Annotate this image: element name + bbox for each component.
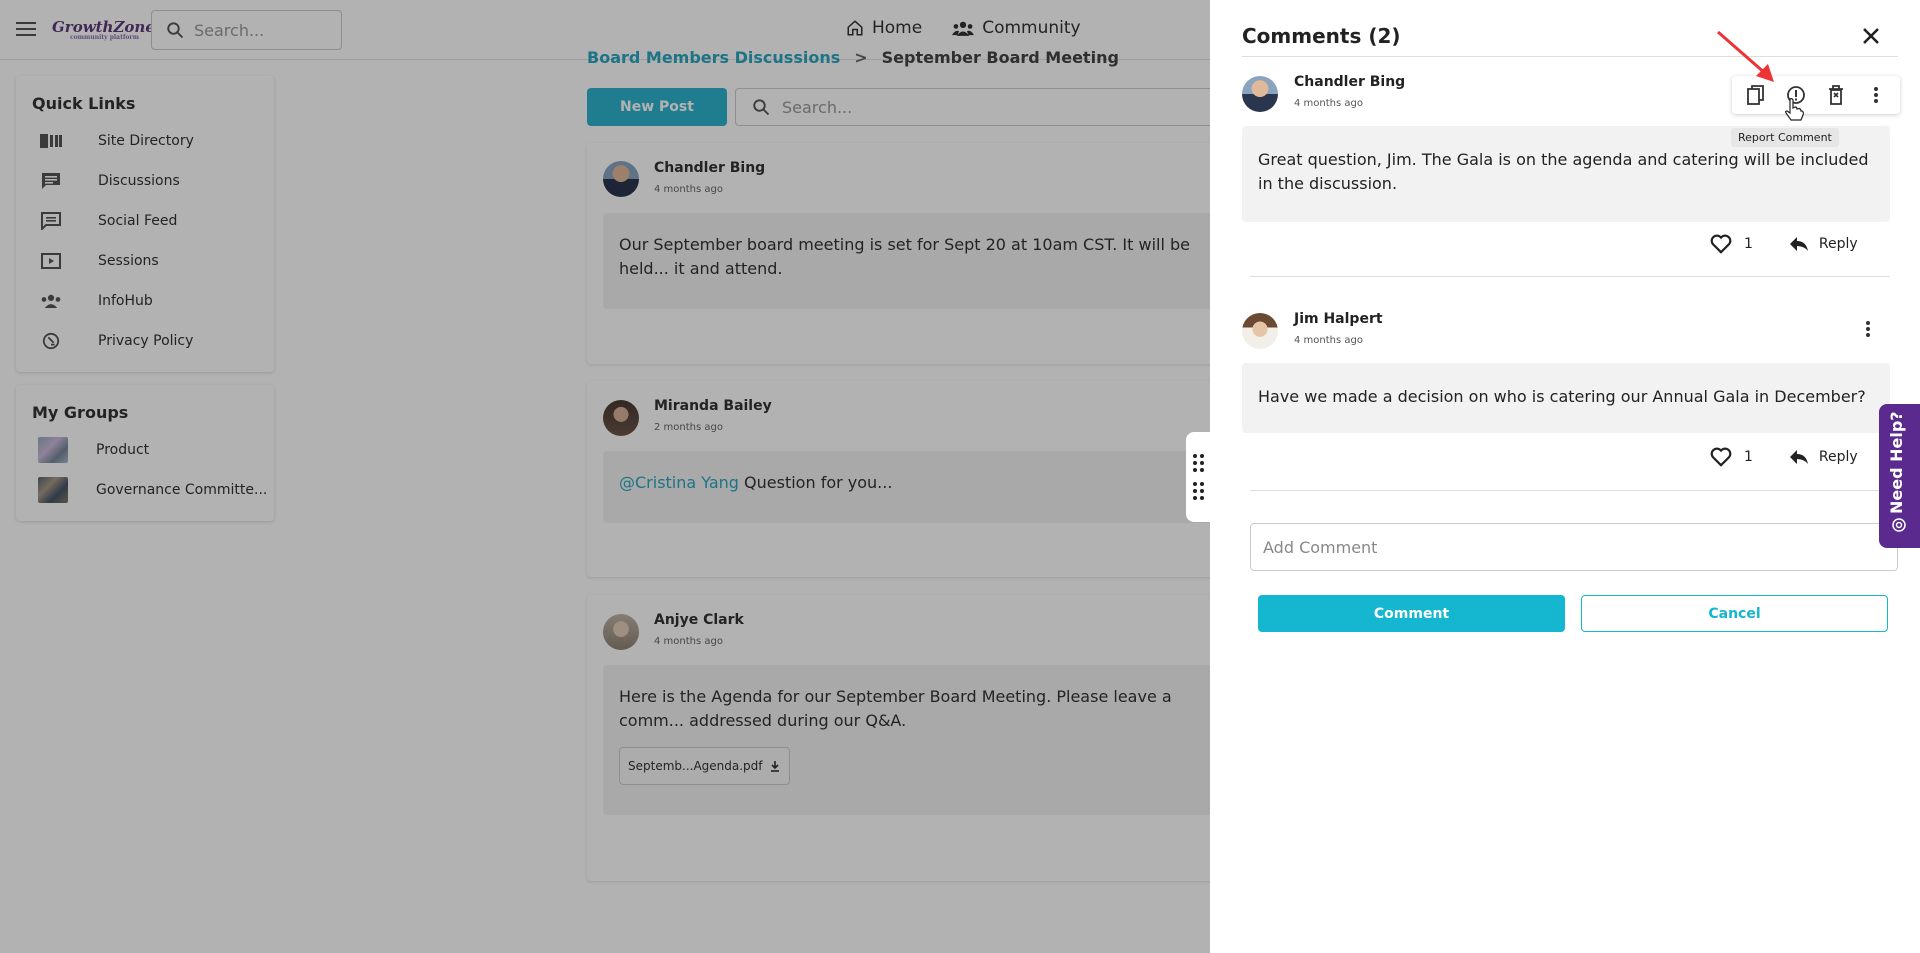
reply-label: Reply xyxy=(1818,449,1858,465)
reply-button[interactable]: Reply xyxy=(1789,449,1858,465)
comment-item: Jim Halpert 4 months ago Have we made a … xyxy=(1242,311,1898,491)
comment-time: 4 months ago xyxy=(1294,98,1363,109)
reply-label: Reply xyxy=(1818,236,1858,252)
comments-panel-title: Comments (2) xyxy=(1242,24,1401,48)
heart-icon xyxy=(1710,234,1732,254)
comments-panel: Comments (2) Chandler Bing 4 months ago … xyxy=(1210,0,1920,953)
divider xyxy=(1242,56,1898,57)
comment-author: Jim Halpert xyxy=(1294,311,1383,327)
like-count: 1 xyxy=(1744,236,1753,252)
need-help-tab[interactable]: Need Help? xyxy=(1879,404,1920,548)
comment-button[interactable]: Comment xyxy=(1258,595,1565,632)
lifebuoy-icon xyxy=(1892,518,1906,532)
trash-icon[interactable] xyxy=(1824,83,1848,107)
app: GrowthZone community platform Search... H… xyxy=(0,0,1920,953)
reply-button[interactable]: Reply xyxy=(1789,236,1858,252)
need-help-label: Need Help? xyxy=(1887,411,1906,514)
heart-icon xyxy=(1710,447,1732,467)
cancel-button[interactable]: Cancel xyxy=(1581,595,1888,632)
avatar xyxy=(1242,76,1278,112)
divider xyxy=(1250,276,1890,277)
close-icon[interactable] xyxy=(1859,24,1883,48)
drag-dots-icon xyxy=(1192,482,1204,500)
more-options-icon[interactable] xyxy=(1858,320,1878,344)
comment-author: Chandler Bing xyxy=(1294,74,1406,90)
comment-time: 4 months ago xyxy=(1294,335,1363,346)
divider xyxy=(1250,490,1890,491)
comment-actions: 1 Reply xyxy=(1710,234,1858,254)
hand-cursor-icon xyxy=(1785,98,1804,121)
more-options-icon[interactable] xyxy=(1864,83,1888,107)
add-comment-placeholder: Add Comment xyxy=(1263,537,1378,557)
avatar xyxy=(1242,313,1278,349)
add-comment-input[interactable]: Add Comment xyxy=(1250,523,1898,571)
modal-backdrop[interactable] xyxy=(0,0,1210,953)
drag-dots-icon xyxy=(1192,454,1204,472)
comment-actions: 1 Reply xyxy=(1710,447,1858,467)
like-count: 1 xyxy=(1744,449,1753,465)
comment-body: Have we made a decision on who is cateri… xyxy=(1242,363,1890,433)
report-comment-tooltip: Report Comment xyxy=(1731,128,1839,147)
annotation-arrow-icon xyxy=(1717,30,1774,82)
reply-icon xyxy=(1789,450,1808,464)
reply-icon xyxy=(1789,237,1808,251)
like-button[interactable]: 1 xyxy=(1710,447,1753,467)
like-button[interactable]: 1 xyxy=(1710,234,1753,254)
panel-resize-handle[interactable] xyxy=(1186,432,1210,522)
